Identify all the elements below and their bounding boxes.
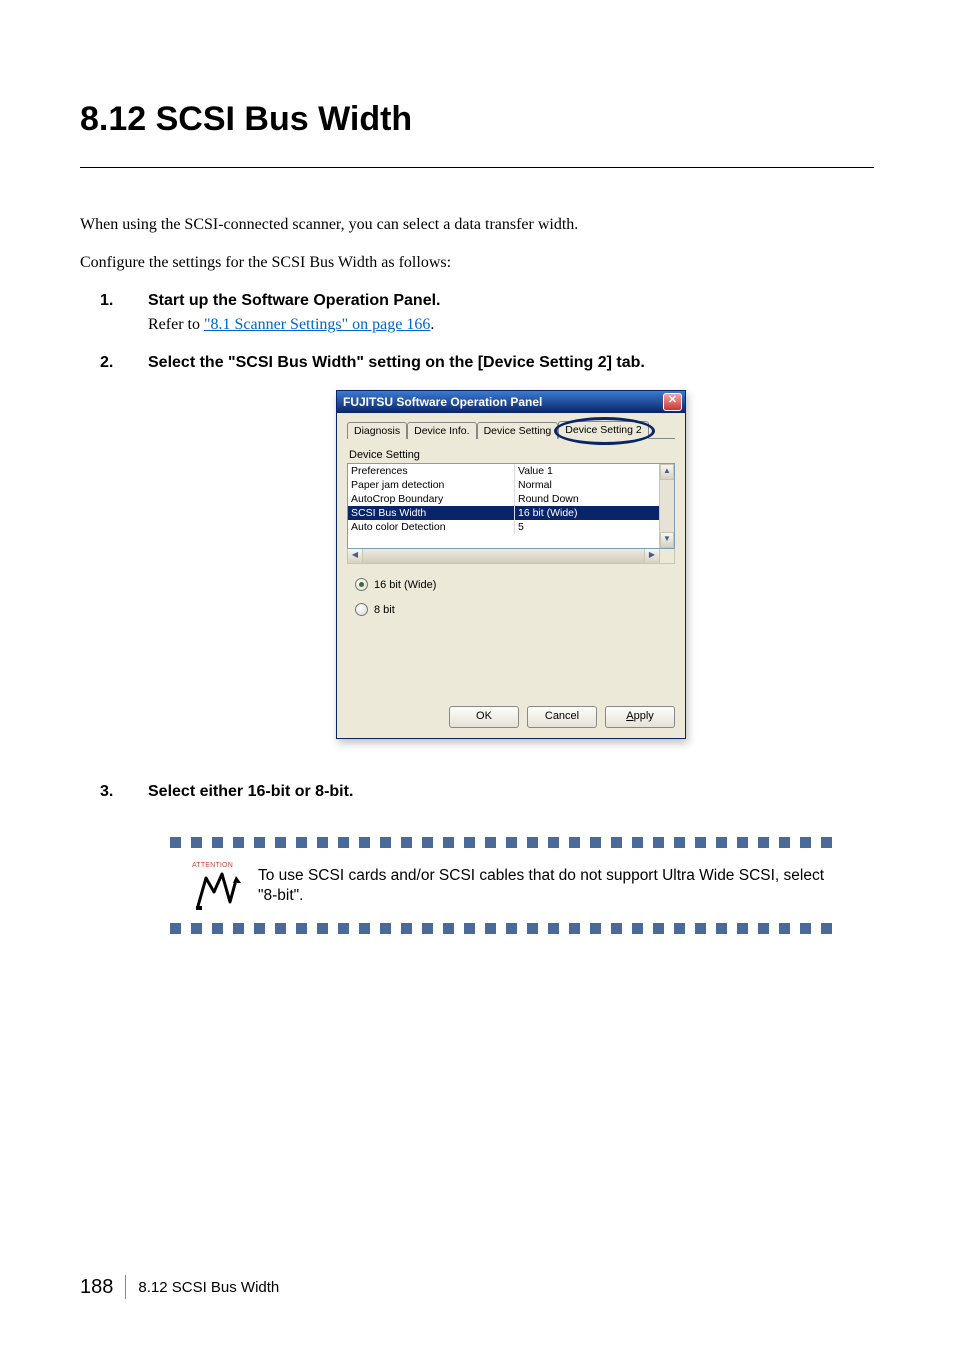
radio-icon	[355, 603, 368, 616]
intro-paragraph-2: Configure the settings for the SCSI Bus …	[80, 254, 874, 272]
radio-icon	[355, 578, 368, 591]
dialog-title: FUJITSU Software Operation Panel	[343, 395, 542, 409]
vertical-scrollbar[interactable]: ▲ ▼	[659, 464, 674, 548]
horizontal-scrollbar[interactable]: ◀ ▶	[347, 549, 675, 564]
row-value: Normal	[515, 478, 659, 492]
list-row: Auto color Detection5	[348, 520, 659, 534]
step-number: 3.	[80, 783, 148, 807]
attention-text: To use SCSI cards and/or SCSI cables tha…	[258, 866, 840, 905]
step-number: 1.	[80, 292, 148, 334]
ref-prefix: Refer to	[148, 316, 204, 333]
step-title: Select the "SCSI Bus Width" setting on t…	[148, 354, 874, 372]
tab-device-setting-2[interactable]: Device Setting 2	[558, 421, 648, 439]
software-operation-panel-dialog: FUJITSU Software Operation Panel ✕ Diagn…	[336, 390, 686, 739]
page-number: 188	[80, 1276, 113, 1299]
intro-paragraph-1: When using the SCSI-connected scanner, y…	[80, 216, 874, 234]
footer-separator	[125, 1275, 126, 1299]
row-value: Value 1	[515, 464, 659, 478]
row-value: 5	[515, 520, 659, 534]
device-setting-listbox[interactable]: PreferencesValue 1 Paper jam detectionNo…	[347, 463, 675, 549]
dialog-titlebar: FUJITSU Software Operation Panel ✕	[337, 391, 685, 413]
step-reference: Refer to "8.1 Scanner Settings" on page …	[148, 316, 874, 334]
row-value: Round Down	[515, 492, 659, 506]
tab-label: Device Setting 2	[565, 424, 641, 436]
dot-row-top	[170, 837, 840, 848]
scroll-right-icon[interactable]: ▶	[644, 549, 659, 563]
scanner-settings-link[interactable]: "8.1 Scanner Settings" on page 166	[204, 316, 430, 333]
device-setting-label: Device Setting	[349, 449, 673, 461]
ref-suffix: .	[430, 316, 434, 333]
radio-label: 8 bit	[374, 604, 395, 616]
tab-strip: Diagnosis Device Info. Device Setting De…	[347, 421, 675, 439]
tab-diagnosis[interactable]: Diagnosis	[347, 422, 407, 439]
row-name: Paper jam detection	[348, 478, 515, 492]
row-name: Preferences	[348, 464, 515, 478]
list-row: AutoCrop BoundaryRound Down	[348, 492, 659, 506]
row-name: Auto color Detection	[348, 520, 515, 534]
radio-label: 16 bit (Wide)	[374, 579, 436, 591]
tab-device-setting[interactable]: Device Setting	[477, 422, 559, 439]
step-title: Select either 16-bit or 8-bit.	[148, 783, 874, 801]
step-title: Start up the Software Operation Panel.	[148, 292, 874, 310]
attention-block: ATTENTION To use SCSI cards and/or SCSI …	[170, 837, 840, 934]
attention-label: ATTENTION	[192, 862, 233, 869]
apply-button[interactable]: Apply	[605, 706, 675, 728]
radio-8-bit[interactable]: 8 bit	[355, 603, 667, 616]
radio-16-bit[interactable]: 16 bit (Wide)	[355, 578, 667, 591]
close-button[interactable]: ✕	[663, 393, 682, 411]
list-row-selected: SCSI Bus Width16 bit (Wide)	[348, 506, 659, 520]
scroll-up-icon[interactable]: ▲	[660, 464, 674, 480]
heading-rule	[80, 167, 874, 168]
footer-title: 8.12 SCSI Bus Width	[138, 1279, 279, 1296]
step-number: 2.	[80, 354, 148, 763]
list-row: Paper jam detectionNormal	[348, 478, 659, 492]
ok-button[interactable]: OK	[449, 706, 519, 728]
dot-row-bottom	[170, 923, 840, 934]
section-heading: 8.12 SCSI Bus Width	[80, 100, 874, 139]
row-value: 16 bit (Wide)	[515, 506, 659, 520]
close-icon: ✕	[668, 394, 677, 406]
page-footer: 188 8.12 SCSI Bus Width	[80, 1275, 279, 1299]
scroll-down-icon[interactable]: ▼	[660, 532, 674, 548]
scroll-left-icon[interactable]: ◀	[348, 549, 363, 563]
cancel-button[interactable]: Cancel	[527, 706, 597, 728]
attention-icon	[192, 872, 242, 912]
list-row: PreferencesValue 1	[348, 464, 659, 478]
row-name: SCSI Bus Width	[348, 506, 515, 520]
tab-device-info[interactable]: Device Info.	[407, 422, 476, 439]
row-name: AutoCrop Boundary	[348, 492, 515, 506]
